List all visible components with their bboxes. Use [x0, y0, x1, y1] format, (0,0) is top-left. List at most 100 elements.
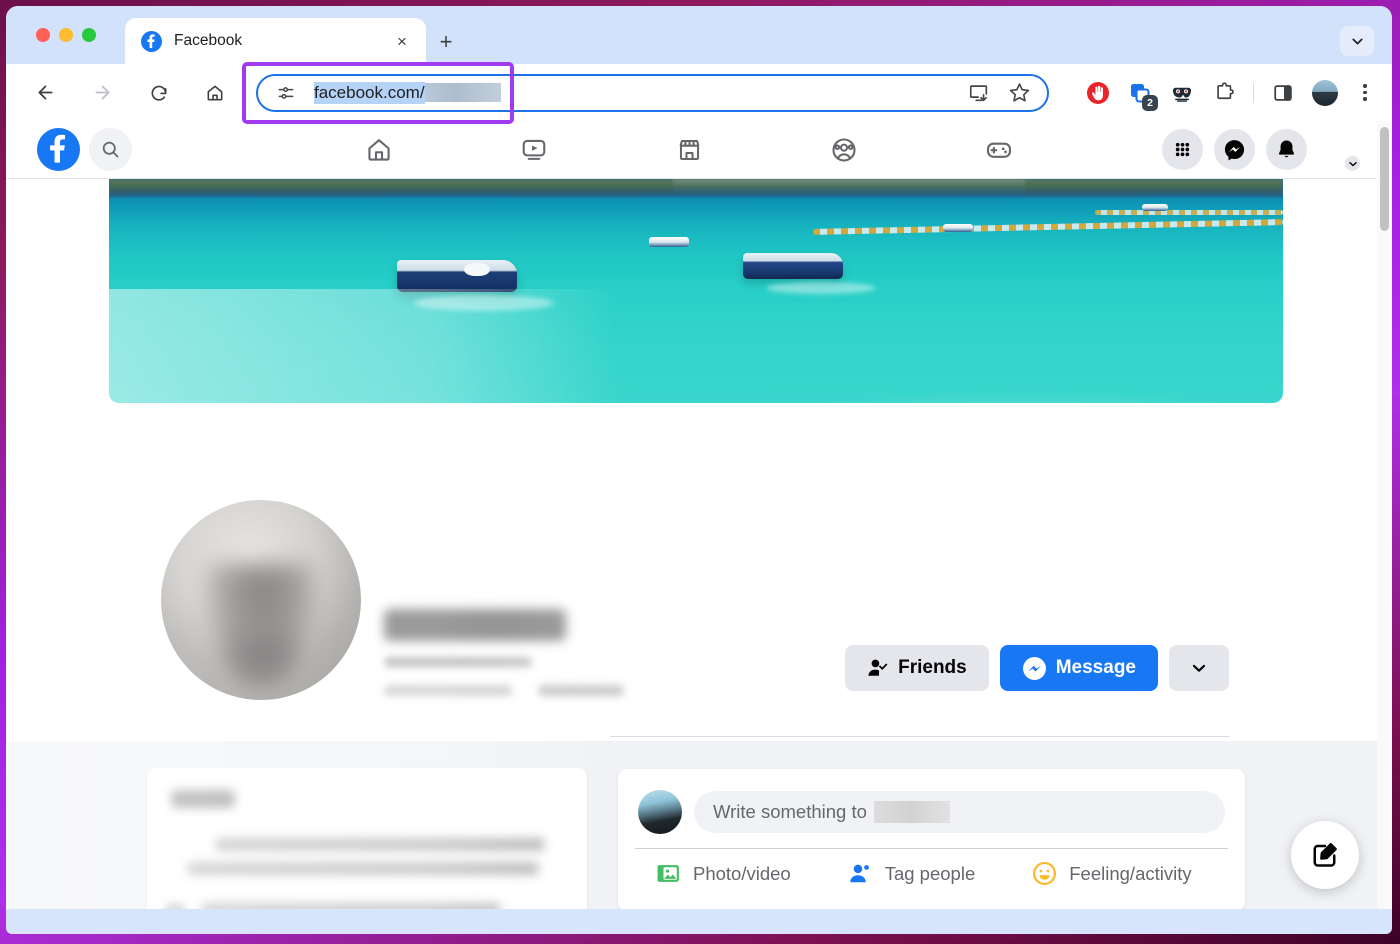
compose-floating-button[interactable] — [1291, 821, 1359, 889]
tab-list-chevron-down-icon[interactable] — [1340, 26, 1374, 56]
photo-video-label: Photo/video — [693, 863, 791, 885]
search-icon[interactable] — [89, 128, 132, 171]
composer-user-avatar[interactable] — [638, 790, 682, 834]
three-dot-menu-icon[interactable] — [1354, 80, 1376, 106]
profile-header-section: Friends Message — [6, 179, 1392, 750]
decorative-purple-frame: Facebook × + — [0, 0, 1400, 944]
close-window-button[interactable] — [36, 28, 50, 42]
cover-speedboat-second — [743, 253, 843, 279]
reload-icon[interactable] — [142, 76, 176, 110]
account-chevron-down-icon[interactable] — [1343, 154, 1362, 173]
intro-card — [147, 768, 587, 909]
profile-action-buttons: Friends Message — [845, 645, 1229, 691]
profile-avatar-blur-b — [221, 624, 301, 692]
address-bar-url[interactable]: facebook.com/ — [314, 82, 501, 104]
cover-boat-small-a — [649, 237, 689, 247]
intro-card-title-redacted — [171, 790, 235, 808]
privacy-mask-extension-icon[interactable] — [1169, 80, 1195, 106]
bell-icon[interactable] — [1266, 129, 1307, 170]
new-tab-button[interactable]: + — [434, 30, 458, 54]
window-traffic-lights — [36, 28, 96, 42]
compose-pencil-icon — [1310, 840, 1340, 870]
cover-buoy-line-2 — [1095, 210, 1283, 215]
cover-photo[interactable] — [109, 179, 1283, 403]
friends-button[interactable]: Friends — [845, 645, 989, 691]
feeling-activity-icon — [1032, 861, 1057, 886]
composer-placeholder-text: Write something to — [713, 801, 867, 823]
facebook-main-nav — [324, 126, 1054, 174]
profile-follower-count-redacted — [538, 685, 624, 696]
adblock-extension-icon[interactable] — [1085, 80, 1111, 106]
post-composer-card: Write something to — [618, 769, 1245, 909]
forward-arrow-icon — [85, 76, 119, 110]
profile-subtitle-redacted — [384, 657, 532, 667]
profile-name-block — [384, 609, 684, 667]
tag-people-button[interactable]: Tag people — [848, 861, 976, 886]
browser-toolbar: facebook.com/ — [6, 64, 1392, 121]
home-icon[interactable] — [198, 76, 232, 110]
bookmark-star-icon[interactable] — [1007, 81, 1031, 105]
photo-video-icon — [656, 861, 681, 886]
puzzle-extensions-icon[interactable] — [1211, 80, 1237, 106]
cover-boat-small-b — [943, 224, 973, 232]
toolbar-divider — [1253, 83, 1254, 103]
nav-video-play-icon[interactable] — [479, 126, 589, 174]
intro-detail-icon — [165, 903, 185, 909]
intro-bio-line-2-redacted — [187, 862, 539, 875]
message-button[interactable]: Message — [1000, 645, 1158, 691]
nav-groups-icon[interactable] — [789, 126, 899, 174]
chevron-down-icon — [1189, 658, 1209, 678]
browser-tab[interactable]: Facebook × — [125, 18, 426, 64]
feeling-activity-label: Feeling/activity — [1069, 863, 1191, 885]
tag-people-icon — [848, 861, 873, 886]
address-bar-wrapper: facebook.com/ — [256, 74, 1049, 112]
page-scrollbar[interactable] — [1377, 121, 1392, 909]
web-page-viewport: Friends Message — [6, 121, 1392, 909]
composer-top-row: Write something to — [618, 769, 1245, 834]
side-panel-icon[interactable] — [1270, 80, 1296, 106]
profile-avatar-large[interactable] — [155, 494, 367, 706]
profile-content-columns: Write something to — [6, 741, 1392, 909]
address-bar-url-text: facebook.com/ — [314, 82, 425, 104]
back-arrow-icon[interactable] — [28, 76, 62, 110]
scrollbar-thumb[interactable] — [1380, 127, 1389, 231]
nav-home-icon[interactable] — [324, 126, 434, 174]
profile-friend-count-redacted — [384, 685, 512, 696]
tag-people-label: Tag people — [885, 863, 976, 885]
tab-manager-extension-icon[interactable]: 2 — [1127, 80, 1153, 106]
account-avatar[interactable] — [1318, 129, 1359, 170]
browser-window: Facebook × + — [6, 6, 1392, 934]
message-button-label: Message — [1056, 657, 1136, 679]
address-bar[interactable]: facebook.com/ — [256, 74, 1049, 112]
profile-more-dropdown-button[interactable] — [1169, 645, 1229, 691]
messenger-icon[interactable] — [1214, 129, 1255, 170]
install-app-icon[interactable] — [967, 81, 991, 105]
profile-name-redacted — [384, 609, 566, 641]
feeling-activity-button[interactable]: Feeling/activity — [1032, 861, 1191, 886]
composer-placeholder-redacted — [874, 801, 950, 823]
maximize-window-button[interactable] — [82, 28, 96, 42]
address-bar-url-redacted — [425, 83, 501, 102]
chrome-profile-avatar[interactable] — [1312, 80, 1338, 106]
intro-detail-text-redacted — [201, 903, 569, 909]
cover-wake-b — [766, 282, 876, 294]
extension-badge-count: 2 — [1142, 95, 1158, 111]
browser-tab-strip: Facebook × + — [6, 6, 1392, 64]
nav-marketplace-shop-icon[interactable] — [634, 126, 744, 174]
facebook-logo-icon[interactable] — [37, 128, 80, 171]
photo-video-button[interactable]: Photo/video — [656, 861, 791, 886]
close-tab-button[interactable]: × — [390, 29, 414, 53]
nav-gaming-controller-icon[interactable] — [944, 126, 1054, 174]
friends-button-label: Friends — [898, 657, 967, 679]
grid-nine-dots-icon[interactable] — [1162, 129, 1203, 170]
address-bar-actions — [967, 81, 1035, 105]
cover-speedboat-main — [397, 260, 517, 292]
cover-island-near — [673, 179, 1025, 191]
facebook-top-navigation-bar — [6, 121, 1392, 179]
composer-actions: Photo/video Tag people — [618, 849, 1245, 886]
minimize-window-button[interactable] — [59, 28, 73, 42]
facebook-favicon-icon — [141, 31, 162, 52]
cover-boat-small-c — [1142, 204, 1168, 211]
site-settings-icon[interactable] — [276, 83, 296, 103]
composer-input[interactable]: Write something to — [694, 791, 1225, 833]
